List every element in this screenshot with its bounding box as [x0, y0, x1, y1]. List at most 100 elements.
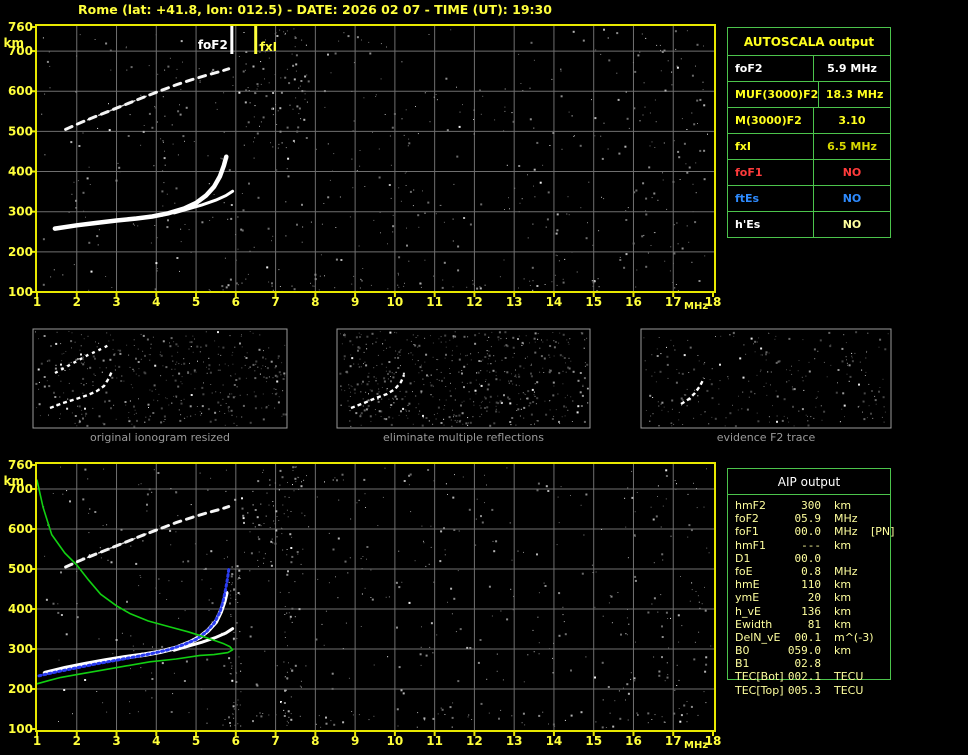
parameter-value: 00.0 — [794, 551, 822, 565]
x-tick-label: 14 — [546, 295, 563, 309]
autoscala-table-row: fxI 6.5 MHz — [728, 133, 890, 159]
y-axis-unit-label: km — [4, 474, 24, 488]
noise-speckle-layer — [643, 331, 889, 428]
thumbnail-main-trace — [49, 370, 114, 410]
parameter-unit: km — [834, 591, 852, 605]
parameter-label: foE — [735, 564, 753, 578]
parameter-unit: km — [834, 604, 852, 618]
parameter-value: 18.3 MHz — [818, 82, 890, 107]
parameter-label: foF1 — [735, 525, 759, 539]
trace-thin — [172, 189, 235, 215]
y-tick-label: 600 — [8, 522, 33, 536]
autoscala-table-row: h'Es NO — [728, 211, 890, 237]
x-tick-label: 9 — [351, 734, 359, 748]
y-tick-label: 400 — [8, 602, 33, 616]
aip-table-row: B1 02.8 — [735, 657, 890, 670]
thumbnail-border — [32, 328, 288, 429]
x-tick-label: 14 — [546, 734, 563, 748]
x-tick-label: 12 — [466, 734, 483, 748]
parameter-unit — [834, 552, 871, 565]
plot-border — [35, 462, 716, 732]
x-tick-label: 4 — [152, 734, 160, 748]
trace-dots — [37, 565, 231, 678]
y-tick-label: 500 — [8, 124, 33, 138]
panel-caption-eliminate-reflections: eliminate multiple reflections — [383, 431, 544, 444]
aip-table-row: D1 00.0 — [735, 552, 890, 565]
parameter-label: foF2 — [735, 512, 759, 526]
parameter-unit: MHz — [834, 512, 858, 526]
x-tick-label: 6 — [232, 295, 240, 309]
fxi-marker-line — [254, 26, 258, 54]
thumbnail-main-trace — [350, 374, 406, 410]
x-tick-label: 9 — [351, 295, 359, 309]
parameter-value: 20 — [807, 591, 821, 605]
aip-table-row: ymE 20 km — [735, 591, 890, 604]
parameter-unit: m^(-3) — [834, 630, 874, 644]
x-tick-label: 11 — [426, 734, 443, 748]
processing-panel-2 — [640, 328, 892, 429]
x-tick-label: 16 — [625, 295, 642, 309]
aip-table-row: B0 059.0 km — [735, 644, 890, 657]
parameter-label: hmE — [735, 578, 760, 592]
y-tick-label: 300 — [8, 642, 33, 656]
autoscala-table-title: AUTOSCALA output — [743, 34, 875, 49]
parameter-label: B1 — [735, 657, 750, 671]
parameter-label: MUF(3000)F2 — [735, 88, 819, 101]
x-tick-label: 5 — [192, 734, 200, 748]
aip-table-row: foF1 00.0 MHz [PN] — [735, 525, 894, 539]
x-tick-label: 1 — [33, 295, 41, 309]
x-tick-label: 11 — [426, 295, 443, 309]
x-tick-label: 8 — [311, 295, 319, 309]
aip-output-table: AIP output hmF2 300 km foF2 05.9 MHz foF1 00.0 M… — [727, 468, 894, 697]
trace-dashes — [64, 67, 231, 131]
autoscala-table-row: MUF(3000)F2 18.3 MHz — [728, 81, 890, 107]
parameter-unit: km — [834, 617, 852, 631]
parameter-unit: km — [834, 499, 852, 512]
parameter-value: 00.1 — [794, 630, 822, 644]
y-tick-label: 760 — [8, 458, 33, 472]
panel-caption-original-ionogram: original ionogram resized — [90, 431, 230, 444]
x-tick-label: 6 — [232, 734, 240, 748]
parameter-value: 110 — [801, 578, 821, 592]
x-tick-label: 3 — [112, 734, 120, 748]
parameter-value: 059.0 — [787, 644, 821, 658]
trace-line — [36, 479, 234, 685]
aip-table-title: AIP output — [728, 469, 890, 495]
processing-panel-1 — [336, 328, 591, 429]
parameter-value: 02.8 — [794, 657, 822, 671]
autoscala-table-row: M(3000)F2 3.10 — [728, 107, 890, 133]
parameter-unit: km — [834, 644, 852, 658]
thumbnail-border — [640, 328, 892, 429]
fof2-marker-line — [230, 26, 234, 54]
x-tick-label: 2 — [73, 734, 81, 748]
bottom-profile-plot: 1 2 3 4 5 6 7 8 9 10 11 12 13 14 15 16 17 18MHz7607006005… — [4, 458, 722, 751]
parameter-label: Ewidth — [735, 617, 773, 631]
parameter-value: 00.0 — [794, 525, 822, 539]
y-tick-label: 600 — [8, 84, 33, 98]
aip-table-row: h_vE 136 km — [735, 605, 890, 618]
parameter-label: hmF1 — [735, 538, 767, 552]
x-tick-label: 10 — [387, 295, 404, 309]
x-tick-label: 7 — [271, 295, 279, 309]
noise-speckle-layer — [339, 331, 589, 427]
fxi-marker-label: fxI — [260, 40, 277, 54]
parameter-unit: TECU — [834, 670, 864, 684]
parameter-note: [PN] — [871, 525, 895, 539]
parameter-value: 002.1 — [787, 670, 821, 684]
autoscala-table-row: foF2 5.9 MHz — [728, 55, 890, 81]
autoscala-table-row: foF1 NO — [728, 159, 890, 185]
x-tick-label: 5 — [192, 295, 200, 309]
x-tick-label: 10 — [387, 734, 404, 748]
x-tick-label: 3 — [112, 295, 120, 309]
y-tick-label: 200 — [8, 245, 33, 259]
y-tick-label: 100 — [8, 722, 33, 736]
trace-band — [42, 590, 229, 676]
parameter-label: fxI — [735, 140, 751, 153]
aip-table-body: hmF2 300 km foF2 05.9 MHz foF1 00.0 MHz [PN] hmF1 -… — [728, 495, 894, 697]
noise-speckle-layer — [35, 331, 287, 428]
parameter-unit: MHz — [834, 525, 858, 539]
parameter-unit: TECU — [834, 683, 864, 697]
aip-table-row: hmE 110 km — [735, 578, 890, 591]
parameter-value: 6.5 MHz — [813, 134, 890, 159]
x-tick-label: 13 — [506, 734, 523, 748]
